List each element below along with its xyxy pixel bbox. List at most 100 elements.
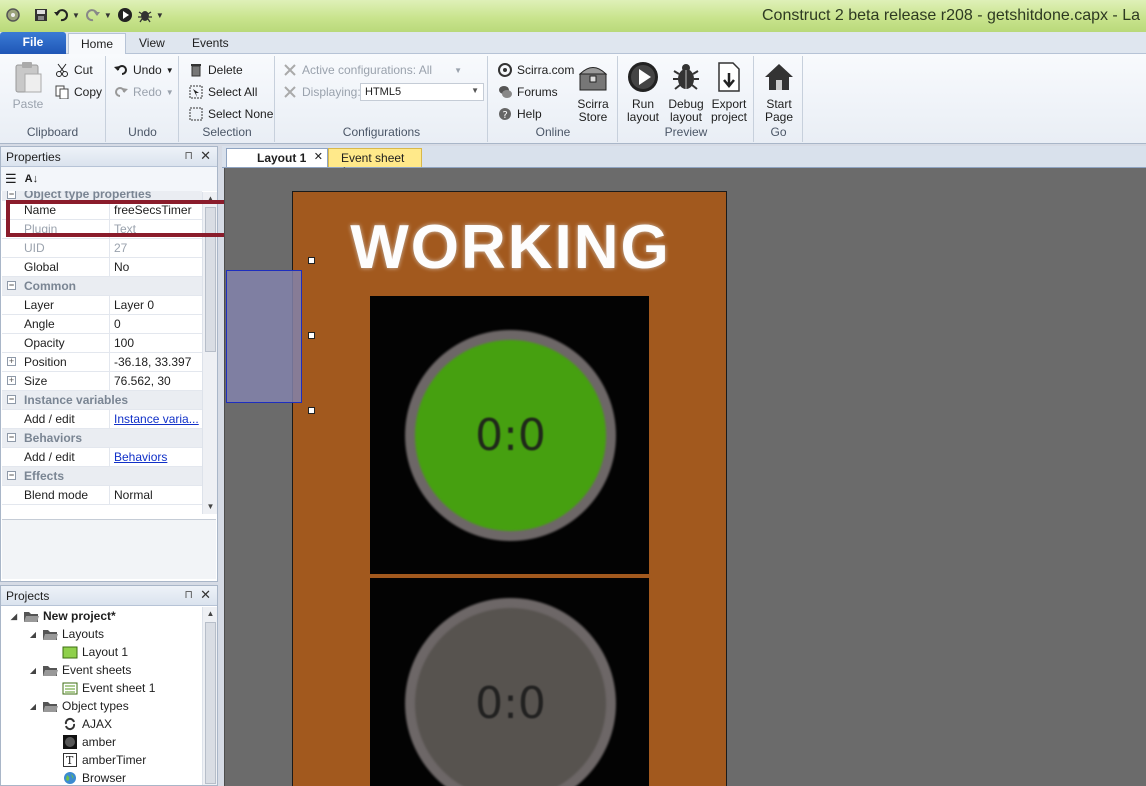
tab-home[interactable]: Home (68, 33, 127, 55)
category-effects[interactable]: − Effects (2, 467, 202, 486)
projects-scrollbar[interactable]: ▲ (202, 607, 217, 785)
collapse-icon[interactable]: − (7, 471, 16, 480)
property-row-global[interactable]: Global No (2, 258, 202, 277)
run-icon[interactable] (116, 6, 134, 24)
close-icon[interactable]: ✕ (200, 148, 211, 164)
property-row-size[interactable]: + Size 76.562, 30 (2, 372, 202, 391)
tree-item-amber-timer[interactable]: T amberTimer (1, 751, 201, 769)
customize-qat-icon[interactable]: ▼ (156, 11, 164, 20)
debug-icon[interactable] (136, 6, 154, 24)
tree-item-layouts[interactable]: ◢ Layouts (1, 625, 201, 643)
scroll-down-icon[interactable]: ▼ (203, 500, 218, 514)
active-configurations-dropdown[interactable]: Active configurations: All ▼ (282, 62, 462, 78)
run-layout-button[interactable]: Run layout (623, 60, 663, 124)
property-row-angle[interactable]: Angle 0 (2, 315, 202, 334)
collapse-icon[interactable]: − (7, 281, 16, 290)
property-row-instance-vars[interactable]: Add / edit Instance varia... (2, 410, 202, 429)
layout-area[interactable]: WORKING 0:0 0:0 (292, 191, 727, 786)
category-instance-variables[interactable]: − Instance variables (2, 391, 202, 410)
tree-item-ajax[interactable]: AJAX (1, 715, 201, 733)
collapse-icon[interactable]: − (7, 433, 16, 442)
pin-icon[interactable]: ⊓ (184, 149, 193, 162)
scirra-store-button[interactable]: Scirra Store (573, 60, 613, 124)
forums-link[interactable]: Forums (497, 84, 558, 100)
cut-button[interactable]: Cut (54, 62, 93, 78)
pin-icon[interactable]: ⊓ (184, 588, 193, 601)
tree-item-layout1[interactable]: Layout 1 (1, 643, 201, 661)
property-row-position[interactable]: + Position -36.18, 33.397 (2, 353, 202, 372)
collapse-triangle-icon[interactable]: ◢ (9, 612, 19, 621)
app-logo-icon[interactable] (4, 6, 22, 24)
select-none-icon (188, 106, 204, 122)
off-light[interactable]: 0:0 (405, 598, 616, 786)
collapse-icon[interactable]: − (7, 191, 16, 199)
debug-layout-button[interactable]: Debug layout (665, 60, 707, 124)
green-light[interactable]: 0:0 (405, 330, 616, 541)
paste-icon (11, 60, 45, 94)
layout-canvas[interactable]: WORKING 0:0 0:0 (224, 168, 1146, 786)
resize-handle[interactable] (308, 407, 315, 414)
gray-timer-text[interactable]: 0:0 (475, 678, 546, 729)
behaviors-link[interactable]: Behaviors (114, 450, 167, 464)
delete-button[interactable]: Delete (188, 62, 243, 78)
tab-view[interactable]: View (127, 33, 177, 54)
collapse-triangle-icon[interactable]: ◢ (28, 702, 38, 711)
select-none-button[interactable]: Select None (188, 106, 273, 122)
scrollbar-thumb[interactable] (205, 622, 216, 784)
expand-icon[interactable]: + (7, 376, 16, 385)
instance-variables-link[interactable]: Instance varia... (114, 412, 199, 426)
select-all-button[interactable]: Select All (188, 84, 257, 100)
tab-layout-1[interactable]: Layout 1 ✕ (226, 148, 328, 167)
text-object-icon: T (62, 753, 78, 767)
redo-icon[interactable] (84, 6, 102, 24)
category-behaviors[interactable]: − Behaviors (2, 429, 202, 448)
property-row-behaviors[interactable]: Add / edit Behaviors (2, 448, 202, 467)
property-row-blend-mode[interactable]: Blend mode Normal (2, 486, 202, 505)
redo-dropdown-icon[interactable]: ▼ (104, 11, 112, 20)
tree-item-project[interactable]: ◢ New project* (1, 607, 201, 625)
collapse-triangle-icon[interactable]: ◢ (28, 666, 38, 675)
category-common[interactable]: − Common (2, 277, 202, 296)
group-label-selection: Selection (202, 125, 252, 139)
save-icon[interactable] (32, 6, 50, 24)
displaying-select[interactable]: HTML5 ▼ (360, 83, 484, 101)
tree-item-event-sheets[interactable]: ◢ Event sheets (1, 661, 201, 679)
scroll-up-icon[interactable]: ▲ (203, 607, 218, 621)
close-icon[interactable]: ✕ (200, 587, 211, 603)
tree-item-amber[interactable]: amber (1, 733, 201, 751)
start-page-button[interactable]: Start Page (759, 60, 799, 124)
tree-item-object-types[interactable]: ◢ Object types (1, 697, 201, 715)
traffic-light-panel-top[interactable]: 0:0 (370, 296, 649, 574)
redo-button[interactable]: Redo ▼ (113, 84, 174, 100)
group-label-go: Go (770, 125, 787, 139)
resize-handle[interactable] (308, 257, 315, 264)
property-row-layer[interactable]: Layer Layer 0 (2, 296, 202, 315)
help-link[interactable]: ? Help (497, 106, 542, 122)
scirra-link[interactable]: Scirra.com (497, 62, 574, 78)
close-tab-icon[interactable]: ✕ (314, 150, 323, 163)
property-row-opacity[interactable]: Opacity 100 (2, 334, 202, 353)
undo-icon[interactable] (52, 6, 70, 24)
working-text-object[interactable]: WORKING (293, 212, 728, 283)
properties-scrollbar[interactable]: ▲ ▼ (202, 192, 217, 514)
paste-button[interactable]: Paste (6, 60, 50, 111)
green-timer-text[interactable]: 0:0 (475, 410, 546, 461)
tab-event-sheet-1[interactable]: Event sheet 1 (328, 148, 422, 179)
resize-handle[interactable] (308, 332, 315, 339)
undo-dropdown-icon[interactable]: ▼ (72, 11, 80, 20)
group-selection: Delete Select All Select None Selection (180, 56, 275, 142)
traffic-light-panel-bottom[interactable]: 0:0 (370, 578, 649, 786)
undo-button[interactable]: Undo ▼ (113, 62, 174, 78)
collapse-triangle-icon[interactable]: ◢ (28, 630, 38, 639)
collapse-icon[interactable]: − (7, 395, 16, 404)
copy-button[interactable]: Copy (54, 84, 102, 100)
categorized-sort-icon[interactable]: ☰ (5, 171, 17, 187)
tree-item-browser[interactable]: Browser (1, 769, 201, 786)
export-project-button[interactable]: Export project (708, 60, 750, 124)
expand-icon[interactable]: + (7, 357, 16, 366)
tab-events[interactable]: Events (180, 33, 241, 54)
tab-file[interactable]: File (0, 32, 66, 54)
tree-item-event-sheet1[interactable]: Event sheet 1 (1, 679, 201, 697)
selected-object-free-secs-timer[interactable] (226, 270, 302, 403)
alphabetical-sort-icon[interactable]: A↓ (25, 173, 38, 185)
